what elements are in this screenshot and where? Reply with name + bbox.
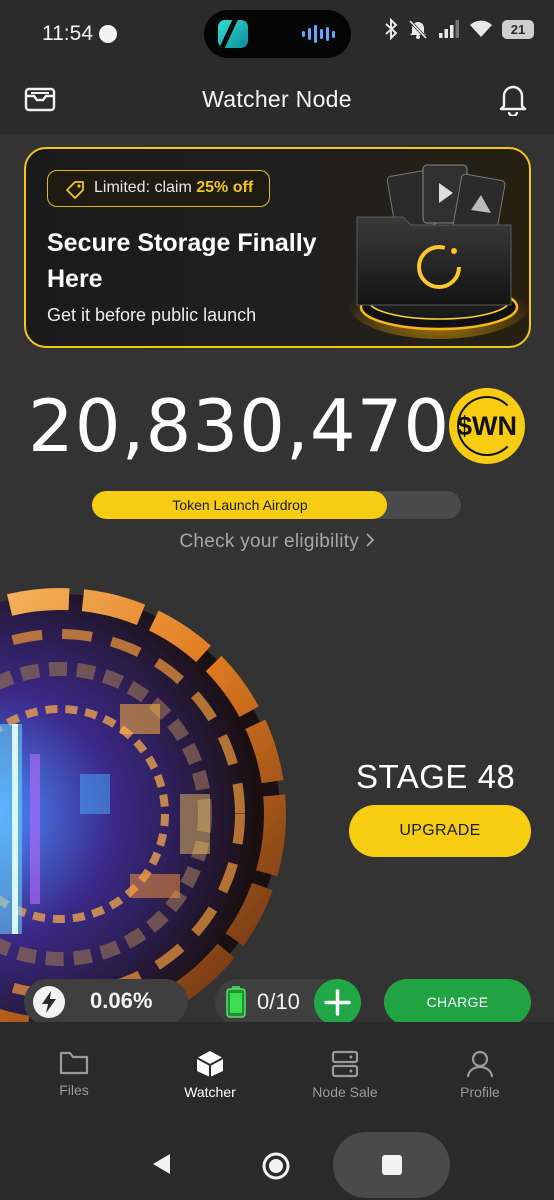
plus-icon xyxy=(324,989,351,1016)
token-balance: 20,830,470 xyxy=(28,384,451,468)
mining-rate-pill: 0.06% xyxy=(24,979,188,1022)
audio-wave-icon xyxy=(302,24,335,44)
tab-node-sale-label: Node Sale xyxy=(312,1084,378,1100)
upgrade-button[interactable]: UPGRADE xyxy=(349,805,531,857)
wn-coin-icon: $WN xyxy=(449,388,525,464)
page-title: Watcher Node xyxy=(202,86,352,112)
recents-icon xyxy=(382,1155,402,1175)
add-energy-button[interactable] xyxy=(314,979,361,1022)
tab-profile[interactable]: Profile xyxy=(420,1050,540,1100)
discount-highlight: 25% off xyxy=(196,179,254,196)
tab-files[interactable]: Files xyxy=(14,1050,134,1098)
wifi-icon xyxy=(469,19,493,39)
mining-rate-value: 0.06% xyxy=(90,988,153,1013)
chevron-right-icon xyxy=(365,531,375,552)
battery-icon: 21 xyxy=(502,19,534,39)
node-stage: STAGE 48 xyxy=(356,758,516,795)
system-nav-bar xyxy=(0,1122,554,1200)
cube-icon xyxy=(196,1051,224,1077)
tab-profile-label: Profile xyxy=(460,1084,500,1100)
discount-pill[interactable]: Limited: claim 25% off xyxy=(47,170,271,207)
tag-icon xyxy=(65,179,85,213)
watcher-node-illustration[interactable] xyxy=(0,574,300,1022)
home-icon[interactable] xyxy=(261,1151,291,1186)
back-icon[interactable] xyxy=(150,1152,172,1181)
tab-watcher[interactable]: Watcher xyxy=(150,1050,270,1100)
server-icon xyxy=(331,1050,359,1078)
storage-folder-illustration xyxy=(349,164,529,339)
tab-node-sale[interactable]: Node Sale xyxy=(285,1050,405,1100)
lightning-icon xyxy=(33,986,65,1018)
bluetooth-icon xyxy=(384,18,398,40)
signal-icon xyxy=(438,19,460,39)
promo-subtitle: Get it before public launch xyxy=(47,305,257,325)
energy-value: 0/10 xyxy=(257,989,300,1014)
app-header: Watcher Node xyxy=(0,70,554,134)
recents-button[interactable] xyxy=(333,1132,450,1198)
discount-text: Limited: claim xyxy=(94,179,197,196)
status-time: 11:54 xyxy=(42,22,93,45)
charge-button[interactable]: CHARGE xyxy=(384,979,531,1022)
folder-icon xyxy=(59,1051,89,1075)
eligibility-text: Check your eligibility xyxy=(179,531,360,552)
status-icons: 21 xyxy=(384,18,534,40)
app-activity-icon xyxy=(218,20,248,48)
promo-banner[interactable]: Limited: claim 25% off Secure Storage Fi… xyxy=(24,147,531,348)
promo-title: Secure Storage Finally Here xyxy=(47,229,317,293)
airdrop-progress[interactable]: Token Launch Airdrop xyxy=(92,491,461,519)
mute-icon xyxy=(407,18,429,40)
bell-icon[interactable] xyxy=(498,82,528,121)
airdrop-label: Token Launch Airdrop xyxy=(172,497,308,513)
status-bar: 11:54 21 xyxy=(0,0,554,70)
notification-dot-icon xyxy=(99,25,117,43)
bottom-tab-bar: Files Watcher Node Sale Profile xyxy=(0,1022,554,1122)
main-content: Limited: claim 25% off Secure Storage Fi… xyxy=(0,134,554,1022)
user-icon xyxy=(466,1050,494,1078)
dynamic-island[interactable] xyxy=(204,10,351,58)
tab-watcher-label: Watcher xyxy=(184,1084,236,1100)
eligibility-link[interactable]: Check your eligibility xyxy=(0,531,554,553)
tab-files-label: Files xyxy=(59,1082,89,1098)
battery-charge-icon xyxy=(225,985,247,1022)
